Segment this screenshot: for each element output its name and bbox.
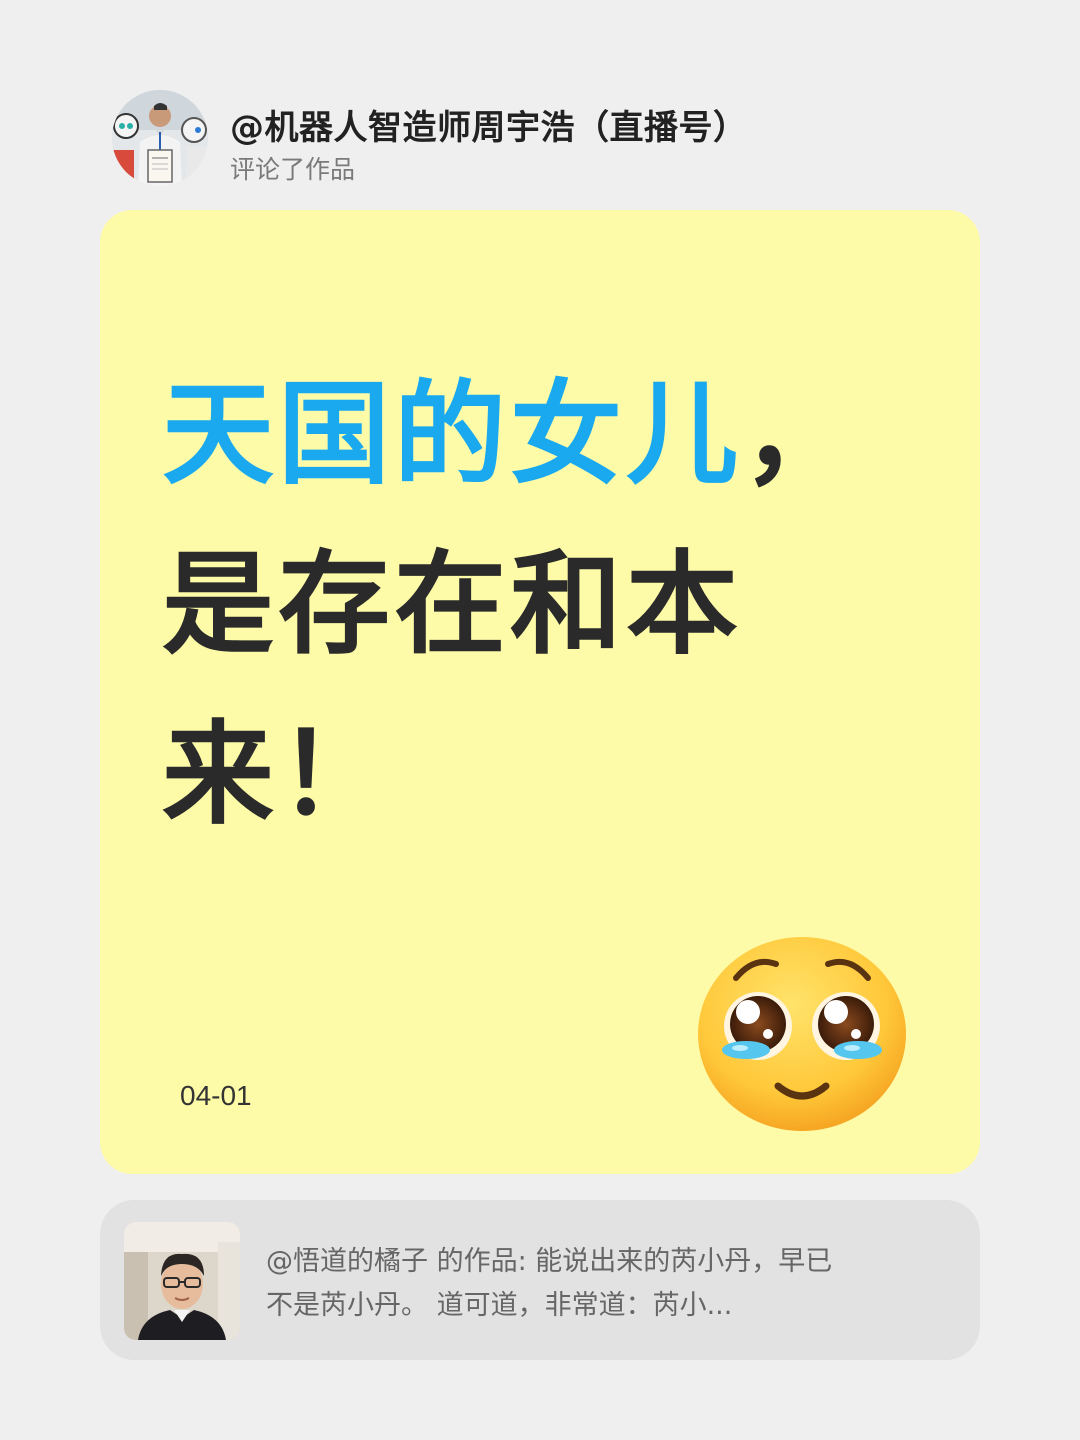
comment-highlight-text: 天国的女儿 [162,370,742,500]
comment-card: 天国的女儿， 是存在和本 来！ 04-01 [100,210,980,1174]
commenter-avatar[interactable] [112,90,208,186]
comment-line-1: 天国的女儿， [162,350,922,520]
comment-line-3: 来！ [162,710,394,840]
commenter-name[interactable]: @机器人智造师周宇浩（直播号） [230,100,748,149]
pleading-face-tears-icon [696,934,908,1134]
comment-punct: ， [742,370,858,500]
referenced-work-thumbnail[interactable] [124,1222,240,1340]
comment-date: 04-01 [180,1080,252,1111]
referenced-work-line-1: @悟道的橘子 的作品: 能说出来的芮小丹，早已 [266,1246,833,1277]
comment-header: @机器人智造师周宇浩（直播号） 评论了作品 [112,90,972,186]
referenced-work-card[interactable]: @悟道的橘子 的作品: 能说出来的芮小丹，早已 不是芮小丹。 道可道，非常道：芮… [100,1200,980,1360]
comment-text: 天国的女儿， 是存在和本 来！ [162,350,922,860]
comment-action-label: 评论了作品 [230,155,356,184]
comment-line-2: 是存在和本 [162,540,742,670]
referenced-work-line-2: 不是芮小丹。 道可道，非常道：芮小... [266,1290,733,1321]
referenced-work-text[interactable]: @悟道的橘子 的作品: 能说出来的芮小丹，早已 不是芮小丹。 道可道，非常道：芮… [266,1240,946,1328]
